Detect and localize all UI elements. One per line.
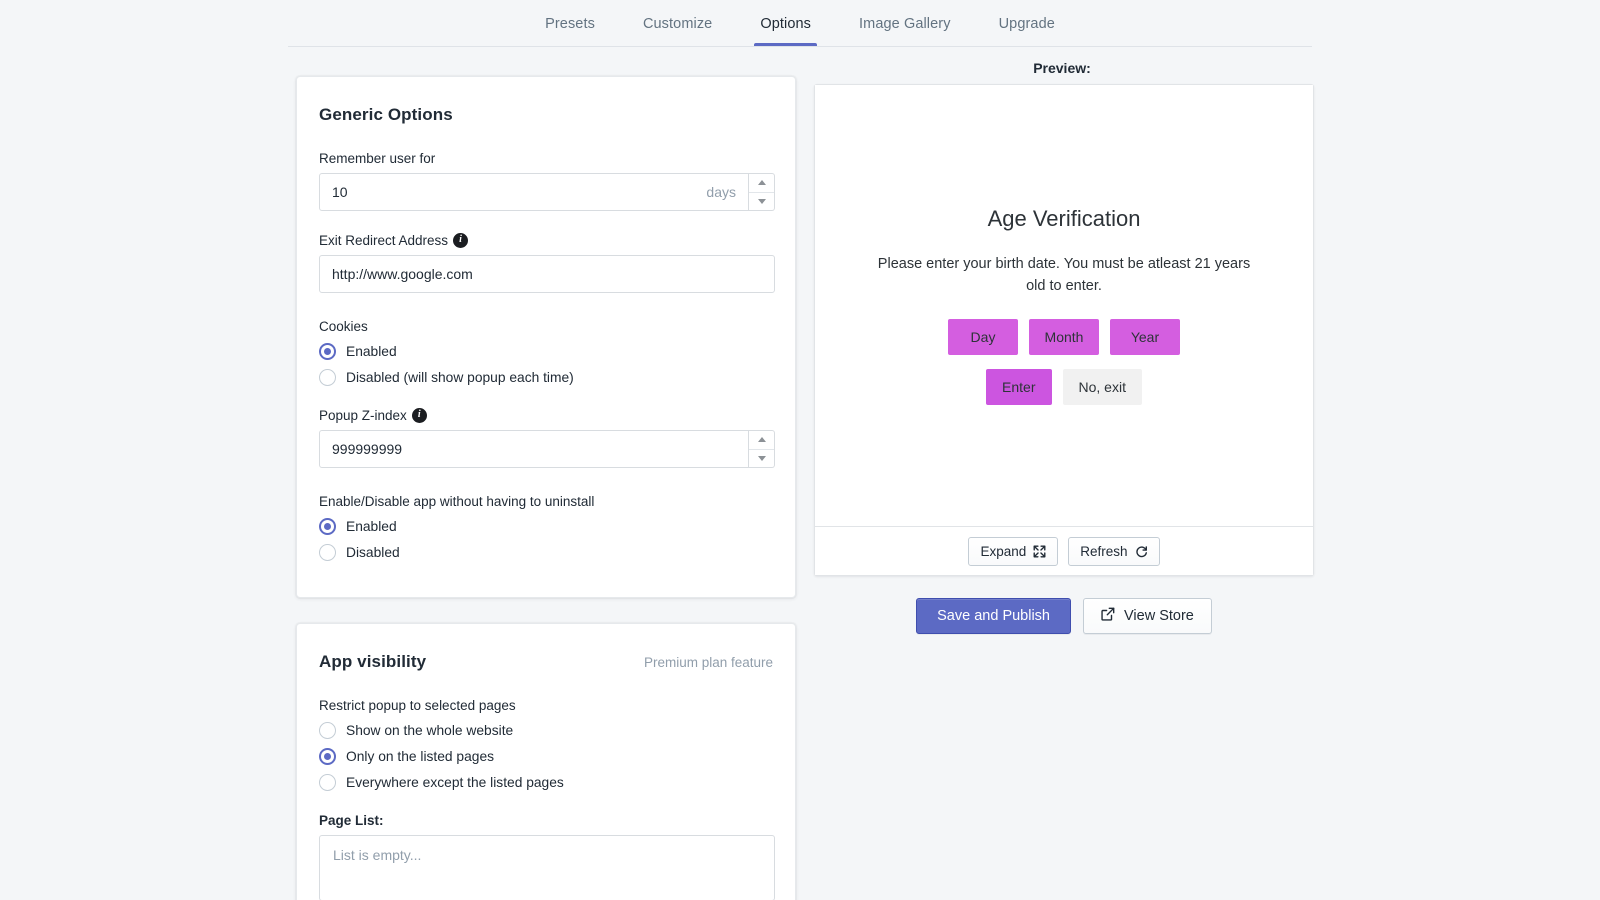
enter-label: Enter	[1002, 378, 1036, 395]
exit-redirect-field[interactable]: http://www.google.com	[319, 255, 775, 293]
radio-app-enabled[interactable]: Enabled	[319, 518, 773, 535]
year-label: Year	[1130, 328, 1160, 345]
remember-user-field[interactable]: 10 days	[319, 173, 775, 211]
enable-disable-label: Enable/Disable app without having to uni…	[319, 494, 595, 509]
exit-redirect-input[interactable]: http://www.google.com	[319, 255, 775, 293]
page-list-input[interactable]: List is empty...	[319, 835, 775, 900]
popup-description: Please enter your birth date. You must b…	[877, 256, 1251, 294]
premium-plan-badge: Premium plan feature	[643, 655, 773, 670]
stepper-down-button[interactable]	[749, 448, 774, 468]
remember-user-label: Remember user for	[319, 151, 436, 166]
enter-button[interactable]: Enter	[986, 368, 1052, 405]
info-icon[interactable]: i	[411, 408, 427, 423]
radio-indicator	[319, 518, 336, 535]
expand-button[interactable]: Expand	[968, 536, 1059, 566]
page-list-label: Page List:	[319, 813, 384, 828]
radio-indicator	[319, 774, 336, 791]
caret-up-icon	[757, 180, 766, 186]
day-input[interactable]: Day	[948, 318, 1018, 355]
radio-indicator	[319, 343, 336, 360]
radio-cookies-disabled[interactable]: Disabled (will show popup each time)	[319, 369, 773, 386]
radio-label: Everywhere except the listed pages	[346, 775, 564, 790]
radio-indicator	[319, 369, 336, 386]
preview-stage: Age Verification Please enter your birth…	[815, 85, 1313, 527]
no-exit-label: No, exit	[1078, 378, 1126, 395]
save-and-publish-button[interactable]: Save and Publish	[916, 598, 1071, 634]
app-visibility-card: App visibility Premium plan feature Rest…	[296, 623, 796, 900]
radio-only-listed-pages[interactable]: Only on the listed pages	[319, 748, 773, 765]
no-exit-button[interactable]: No, exit	[1062, 368, 1142, 405]
app-visibility-title: App visibility	[319, 652, 427, 671]
z-index-label: Popup Z-index i	[319, 408, 773, 423]
month-label: Month	[1044, 328, 1084, 345]
z-index-stepper[interactable]	[749, 430, 775, 468]
generic-options-card: Generic Options Remember user for 10 day…	[296, 76, 796, 598]
remember-user-input[interactable]: 10 days	[319, 173, 749, 211]
tab-bar: Presets Customize Options Image Gallery …	[288, 0, 1312, 47]
radio-indicator	[319, 544, 336, 561]
caret-down-icon	[757, 198, 766, 204]
view-store-label: View Store	[1124, 608, 1194, 624]
external-link-icon	[1101, 607, 1115, 625]
tab-label: Customize	[642, 15, 713, 32]
birthdate-fields: Day Month Year	[948, 318, 1180, 355]
restrict-pages-label: Restrict popup to selected pages	[319, 698, 516, 713]
tab-presets[interactable]: Presets	[521, 2, 619, 45]
tab-options[interactable]: Options	[736, 2, 835, 46]
day-label: Day	[970, 328, 996, 345]
tab-upgrade[interactable]: Upgrade	[975, 2, 1079, 45]
tab-customize[interactable]: Customize	[619, 2, 736, 45]
exit-redirect-label: Exit Redirect Address i	[319, 233, 773, 248]
tab-label: Presets	[545, 15, 595, 32]
exit-redirect-value: http://www.google.com	[332, 266, 473, 282]
stepper-down-button[interactable]	[749, 191, 774, 211]
popup-actions: Enter No, exit	[986, 368, 1142, 405]
preview-title: Preview:	[1033, 60, 1091, 76]
z-index-value: 999999999	[332, 441, 403, 457]
radio-label: Enabled	[346, 519, 397, 534]
page-list-placeholder: List is empty...	[333, 847, 422, 863]
stepper-up-button[interactable]	[749, 431, 774, 449]
z-index-field[interactable]: 999999999	[319, 430, 775, 468]
preview-panel: Age Verification Please enter your birth…	[814, 84, 1314, 576]
refresh-icon	[1135, 545, 1148, 558]
remember-user-unit: days	[706, 184, 736, 200]
caret-up-icon	[757, 437, 766, 443]
radio-label: Only on the listed pages	[346, 749, 495, 764]
app-root: Presets Customize Options Image Gallery …	[0, 0, 1600, 900]
remember-user-stepper[interactable]	[749, 173, 775, 211]
expand-label: Expand	[980, 543, 1027, 559]
save-label: Save and Publish	[937, 608, 1050, 624]
radio-indicator	[319, 722, 336, 739]
tab-label: Options	[760, 15, 812, 32]
refresh-button[interactable]: Refresh	[1068, 536, 1160, 566]
radio-label: Disabled	[346, 545, 400, 560]
tab-label: Image Gallery	[859, 15, 951, 32]
info-icon[interactable]: i	[453, 233, 469, 248]
cookies-label: Cookies	[319, 319, 368, 334]
month-input[interactable]: Month	[1029, 318, 1099, 355]
radio-cookies-enabled[interactable]: Enabled	[319, 343, 773, 360]
radio-label: Enabled	[346, 344, 397, 359]
year-input[interactable]: Year	[1110, 318, 1180, 355]
view-store-button[interactable]: View Store	[1083, 598, 1212, 634]
popup-heading: Age Verification	[987, 206, 1141, 232]
tab-label: Upgrade	[998, 15, 1055, 32]
preview-controls: Expand Refresh	[815, 527, 1313, 575]
stepper-up-button[interactable]	[749, 174, 774, 192]
radio-indicator	[319, 748, 336, 765]
expand-arrows-icon	[1033, 545, 1046, 558]
caret-down-icon	[757, 455, 766, 461]
radio-app-disabled[interactable]: Disabled	[319, 544, 773, 561]
remember-user-value: 10	[332, 184, 348, 200]
radio-label: Show on the whole website	[346, 723, 514, 738]
z-index-input[interactable]: 999999999	[319, 430, 749, 468]
footer-actions: Save and Publish View Store	[814, 598, 1314, 634]
generic-options-title: Generic Options	[319, 105, 453, 124]
refresh-label: Refresh	[1080, 543, 1128, 559]
radio-except-listed-pages[interactable]: Everywhere except the listed pages	[319, 774, 773, 791]
radio-show-whole-website[interactable]: Show on the whole website	[319, 722, 773, 739]
tab-image-gallery[interactable]: Image Gallery	[835, 2, 975, 45]
radio-label: Disabled (will show popup each time)	[346, 370, 574, 385]
